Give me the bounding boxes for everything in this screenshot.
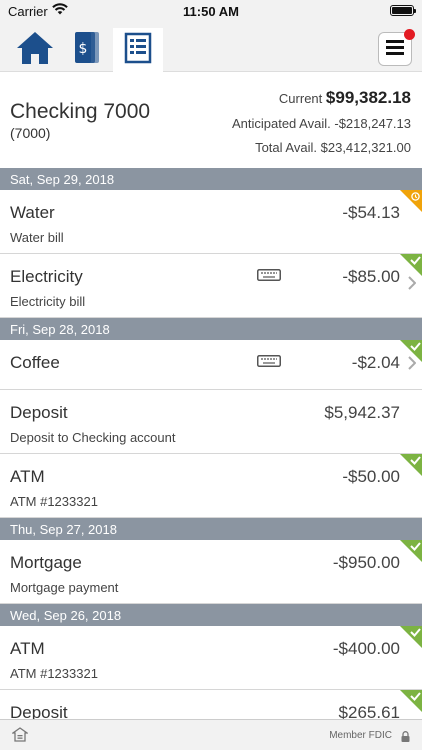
total-balance: Total Avail. $23,412,321.00 <box>255 140 411 155</box>
money-cards-icon: $ <box>70 30 104 71</box>
anticipated-balance-value: -$218,247.13 <box>334 116 411 131</box>
transaction-row[interactable]: Electricity Electricity bill -$85.00 <box>0 254 422 318</box>
account-number: (7000) <box>10 125 51 141</box>
menu-button[interactable] <box>378 29 415 66</box>
anticipated-balance-label: Anticipated Avail. <box>231 116 331 131</box>
transaction-row[interactable]: ATM ATM #1233321 -$400.00 <box>0 626 422 690</box>
current-balance: Current $99,382.18 <box>279 88 411 108</box>
top-nav: $ <box>0 24 422 72</box>
current-balance-value: $99,382.18 <box>325 88 411 107</box>
total-balance-label: Total Avail. <box>255 140 317 155</box>
account-summary: Checking 7000 (7000) Current $99,382.18 … <box>0 72 422 168</box>
transaction-title: Water <box>10 203 55 222</box>
anticipated-balance: Anticipated Avail. -$218,247.13 <box>232 116 411 131</box>
fdic-label: Member FDIC <box>329 730 392 741</box>
cleared-check-icon <box>400 540 422 567</box>
tab-register[interactable] <box>113 28 163 72</box>
cleared-check-icon <box>400 254 422 281</box>
transaction-row[interactable]: Deposit $265.61 <box>0 690 422 719</box>
keyboard-memo-icon <box>257 268 281 286</box>
transaction-row[interactable]: Water Water bill -$54.13 <box>0 190 422 254</box>
transaction-description: Water bill <box>10 230 64 245</box>
transaction-amount: -$400.00 <box>332 639 400 658</box>
transaction-amount: -$54.13 <box>342 203 400 222</box>
transaction-amount: -$2.04 <box>351 353 400 372</box>
pending-clock-icon <box>400 190 422 217</box>
battery-icon <box>390 5 416 16</box>
transaction-row[interactable]: Deposit Deposit to Checking account $5,9… <box>0 390 422 454</box>
date-header: Wed, Sep 26, 2018 <box>0 604 422 626</box>
current-balance-label: Current <box>278 91 323 106</box>
lock-icon <box>401 729 410 747</box>
register-list-icon <box>124 32 152 69</box>
hamburger-menu-icon <box>386 39 404 60</box>
date-header: Fri, Sep 28, 2018 <box>0 318 422 340</box>
transaction-row[interactable]: Mortgage Mortgage payment -$950.00 <box>0 540 422 604</box>
footer: Member FDIC <box>0 719 422 750</box>
transaction-amount: -$85.00 <box>342 267 400 286</box>
cleared-check-icon <box>400 340 422 367</box>
transaction-amount: $5,942.37 <box>324 403 400 422</box>
transaction-amount: -$50.00 <box>342 467 400 486</box>
tab-accounts[interactable]: $ <box>64 28 110 72</box>
transaction-list[interactable]: Sat, Sep 29, 2018 Water Water bill -$54.… <box>0 168 422 719</box>
status-bar: Carrier 11:50 AM <box>0 0 422 24</box>
transaction-description: ATM #1233321 <box>10 666 98 681</box>
cleared-check-icon <box>400 690 422 717</box>
transaction-title: ATM <box>10 467 45 486</box>
keyboard-memo-icon <box>257 354 281 372</box>
transaction-title: ATM <box>10 639 45 658</box>
transaction-row[interactable]: Coffee -$2.04 <box>0 340 422 390</box>
transaction-description: Electricity bill <box>10 294 86 309</box>
transaction-title: Coffee <box>10 353 60 372</box>
transaction-row[interactable]: ATM ATM #1233321 -$50.00 <box>0 454 422 518</box>
notification-dot <box>404 29 415 40</box>
date-header: Sat, Sep 29, 2018 <box>0 168 422 190</box>
transaction-title: Electricity <box>10 267 83 286</box>
transaction-amount: -$950.00 <box>332 553 400 572</box>
transaction-description: Mortgage payment <box>10 580 119 595</box>
transaction-title: Deposit <box>10 703 68 719</box>
transaction-title: Deposit <box>10 403 68 422</box>
cleared-check-icon <box>400 626 422 653</box>
equal-housing-icon <box>10 727 30 747</box>
transaction-description: Deposit to Checking account <box>10 430 176 445</box>
total-balance-value: $23,412,321.00 <box>320 140 411 155</box>
tab-home[interactable] <box>12 28 58 72</box>
transaction-description: ATM #1233321 <box>10 494 98 509</box>
transaction-title: Mortgage <box>10 553 82 572</box>
date-header: Thu, Sep 27, 2018 <box>0 518 422 540</box>
cleared-check-icon <box>400 454 422 481</box>
transaction-amount: $265.61 <box>338 703 400 719</box>
home-icon <box>15 30 55 71</box>
svg-text:$: $ <box>79 41 88 57</box>
account-name: Checking 7000 <box>10 100 151 123</box>
clock: 11:50 AM <box>183 4 239 19</box>
